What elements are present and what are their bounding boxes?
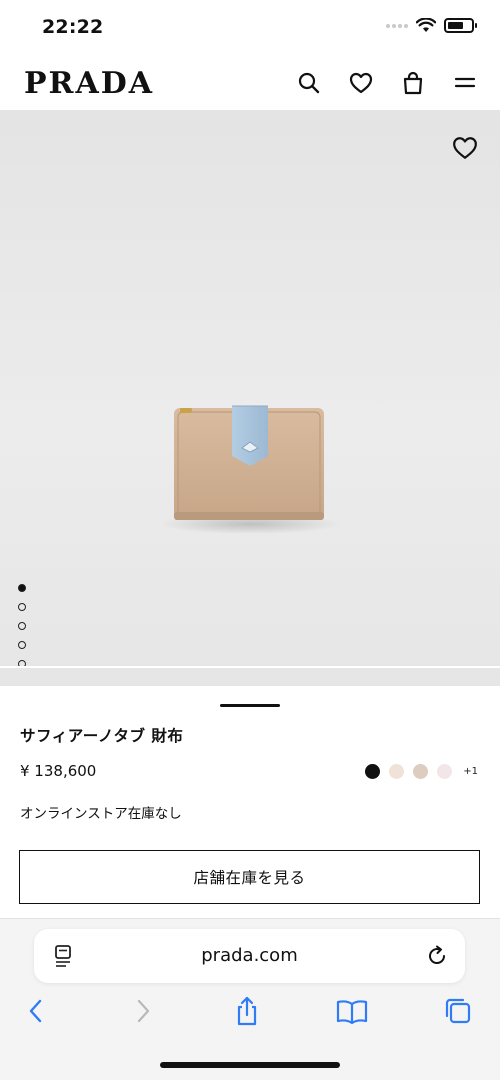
more-colors-count[interactable]: +1 [463,766,478,777]
color-swatch-beige[interactable] [413,764,429,779]
status-bar: 22:22 [0,0,500,56]
product-gallery[interactable] [0,110,500,686]
gallery-dot[interactable] [18,641,26,649]
color-swatch-pink[interactable] [437,764,453,779]
gallery-dot[interactable] [18,622,26,630]
back-arrow-icon[interactable] [20,995,52,1027]
product-price: ¥ 138,600 [20,762,97,780]
share-icon[interactable] [231,995,263,1027]
gallery-dot[interactable] [18,584,26,592]
search-icon[interactable] [296,70,322,96]
browser-bar: prada.com [0,918,500,1080]
gallery-pagination [18,584,26,668]
check-store-stock-button[interactable]: 店舗在庫を見る [19,850,480,904]
heart-icon[interactable] [348,70,374,96]
color-swatch-cream[interactable] [389,764,405,779]
sheet-drag-handle[interactable] [220,704,280,707]
tabs-icon[interactable] [442,995,474,1027]
product-name: サフィアーノタブ 財布 [20,727,184,745]
color-swatch-black[interactable] [365,764,381,779]
product-info-sheet: サフィアーノタブ 財布 ¥ 138,600 +1 オンラインストア在庫なし 店舗… [0,686,500,918]
forward-arrow-icon[interactable] [127,995,159,1027]
menu-icon[interactable] [452,70,478,96]
home-indicator [160,1062,340,1068]
prada-logo[interactable]: PRADA [24,66,154,101]
shopping-bag-icon[interactable] [400,70,426,96]
wifi-icon [416,18,436,32]
gallery-divider [0,666,500,668]
bookmarks-icon[interactable] [336,995,368,1027]
color-swatches: +1 [365,764,478,779]
url-text: prada.com [201,945,298,966]
battery-icon [444,18,477,33]
product-image-wallet [160,405,340,534]
favorite-heart-icon[interactable] [452,136,478,162]
status-time: 22:22 [42,16,104,38]
stock-status: オンラインストア在庫なし [20,806,182,822]
cellular-signal-icon [386,23,408,28]
address-bar[interactable]: prada.com [34,929,465,983]
gallery-dot[interactable] [18,603,26,611]
status-icons [386,18,477,33]
browser-toolbar [0,995,500,1035]
site-header: PRADA [0,56,500,110]
header-actions [296,70,478,96]
reload-icon[interactable] [425,944,449,968]
